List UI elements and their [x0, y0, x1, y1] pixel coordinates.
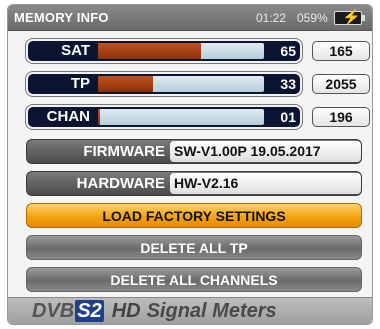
battery-charging-icon: ⚡	[334, 9, 365, 26]
brand-logo: DVB S2 HD Signal Meters	[32, 300, 277, 323]
header-bar: MEMORY INFO 01:22 059% ⚡	[8, 5, 372, 31]
firmware-row: FIRMWARE SW-V1.00P 19.05.2017	[26, 139, 362, 164]
memory-label: TP	[70, 75, 90, 92]
memory-count: 2055	[312, 74, 370, 94]
memory-label: CHAN	[46, 108, 90, 125]
memory-label: SAT	[61, 42, 90, 59]
memory-fill	[98, 76, 153, 92]
delete-all-channels-button[interactable]: DELETE ALL CHANNELS	[26, 267, 362, 292]
memory-bar: TP 33	[26, 72, 302, 96]
page-title: MEMORY INFO	[14, 10, 109, 25]
hardware-value: HW-V2.16	[170, 173, 361, 194]
memory-fill	[98, 109, 101, 125]
brand-s2: S2	[75, 300, 104, 322]
memory-value: 01	[280, 109, 296, 125]
memory-value: 33	[280, 76, 296, 92]
memory-track	[98, 76, 264, 92]
memory-bar: CHAN 01	[26, 105, 302, 129]
brand-hd: HD	[111, 300, 141, 322]
hardware-row: HARDWARE HW-V2.16	[26, 171, 362, 196]
clock: 01:22	[256, 11, 287, 25]
firmware-value: SW-V1.00P 19.05.2017	[170, 141, 361, 162]
brand-dvb: DVB	[32, 300, 75, 322]
memory-fill	[98, 43, 201, 59]
memory-track	[98, 43, 264, 59]
brand-signal-meters: Signal Meters	[146, 300, 277, 322]
memory-count: 196	[312, 107, 370, 127]
memory-value: 65	[280, 43, 296, 59]
footer-brand-bar: DVB S2 HD Signal Meters	[8, 297, 372, 324]
memory-info-screen: MEMORY INFO 01:22 059% ⚡ SAT 65 165 TP 3…	[7, 4, 373, 325]
memory-count: 165	[312, 41, 370, 61]
memory-track	[98, 109, 264, 125]
hardware-label: HARDWARE	[76, 175, 165, 192]
delete-all-tp-button[interactable]: DELETE ALL TP	[26, 235, 362, 260]
battery-percent: 059%	[297, 11, 328, 25]
firmware-label: FIRMWARE	[83, 143, 165, 160]
memory-bar: SAT 65	[26, 39, 302, 63]
load-factory-settings-button[interactable]: LOAD FACTORY SETTINGS	[26, 203, 362, 228]
